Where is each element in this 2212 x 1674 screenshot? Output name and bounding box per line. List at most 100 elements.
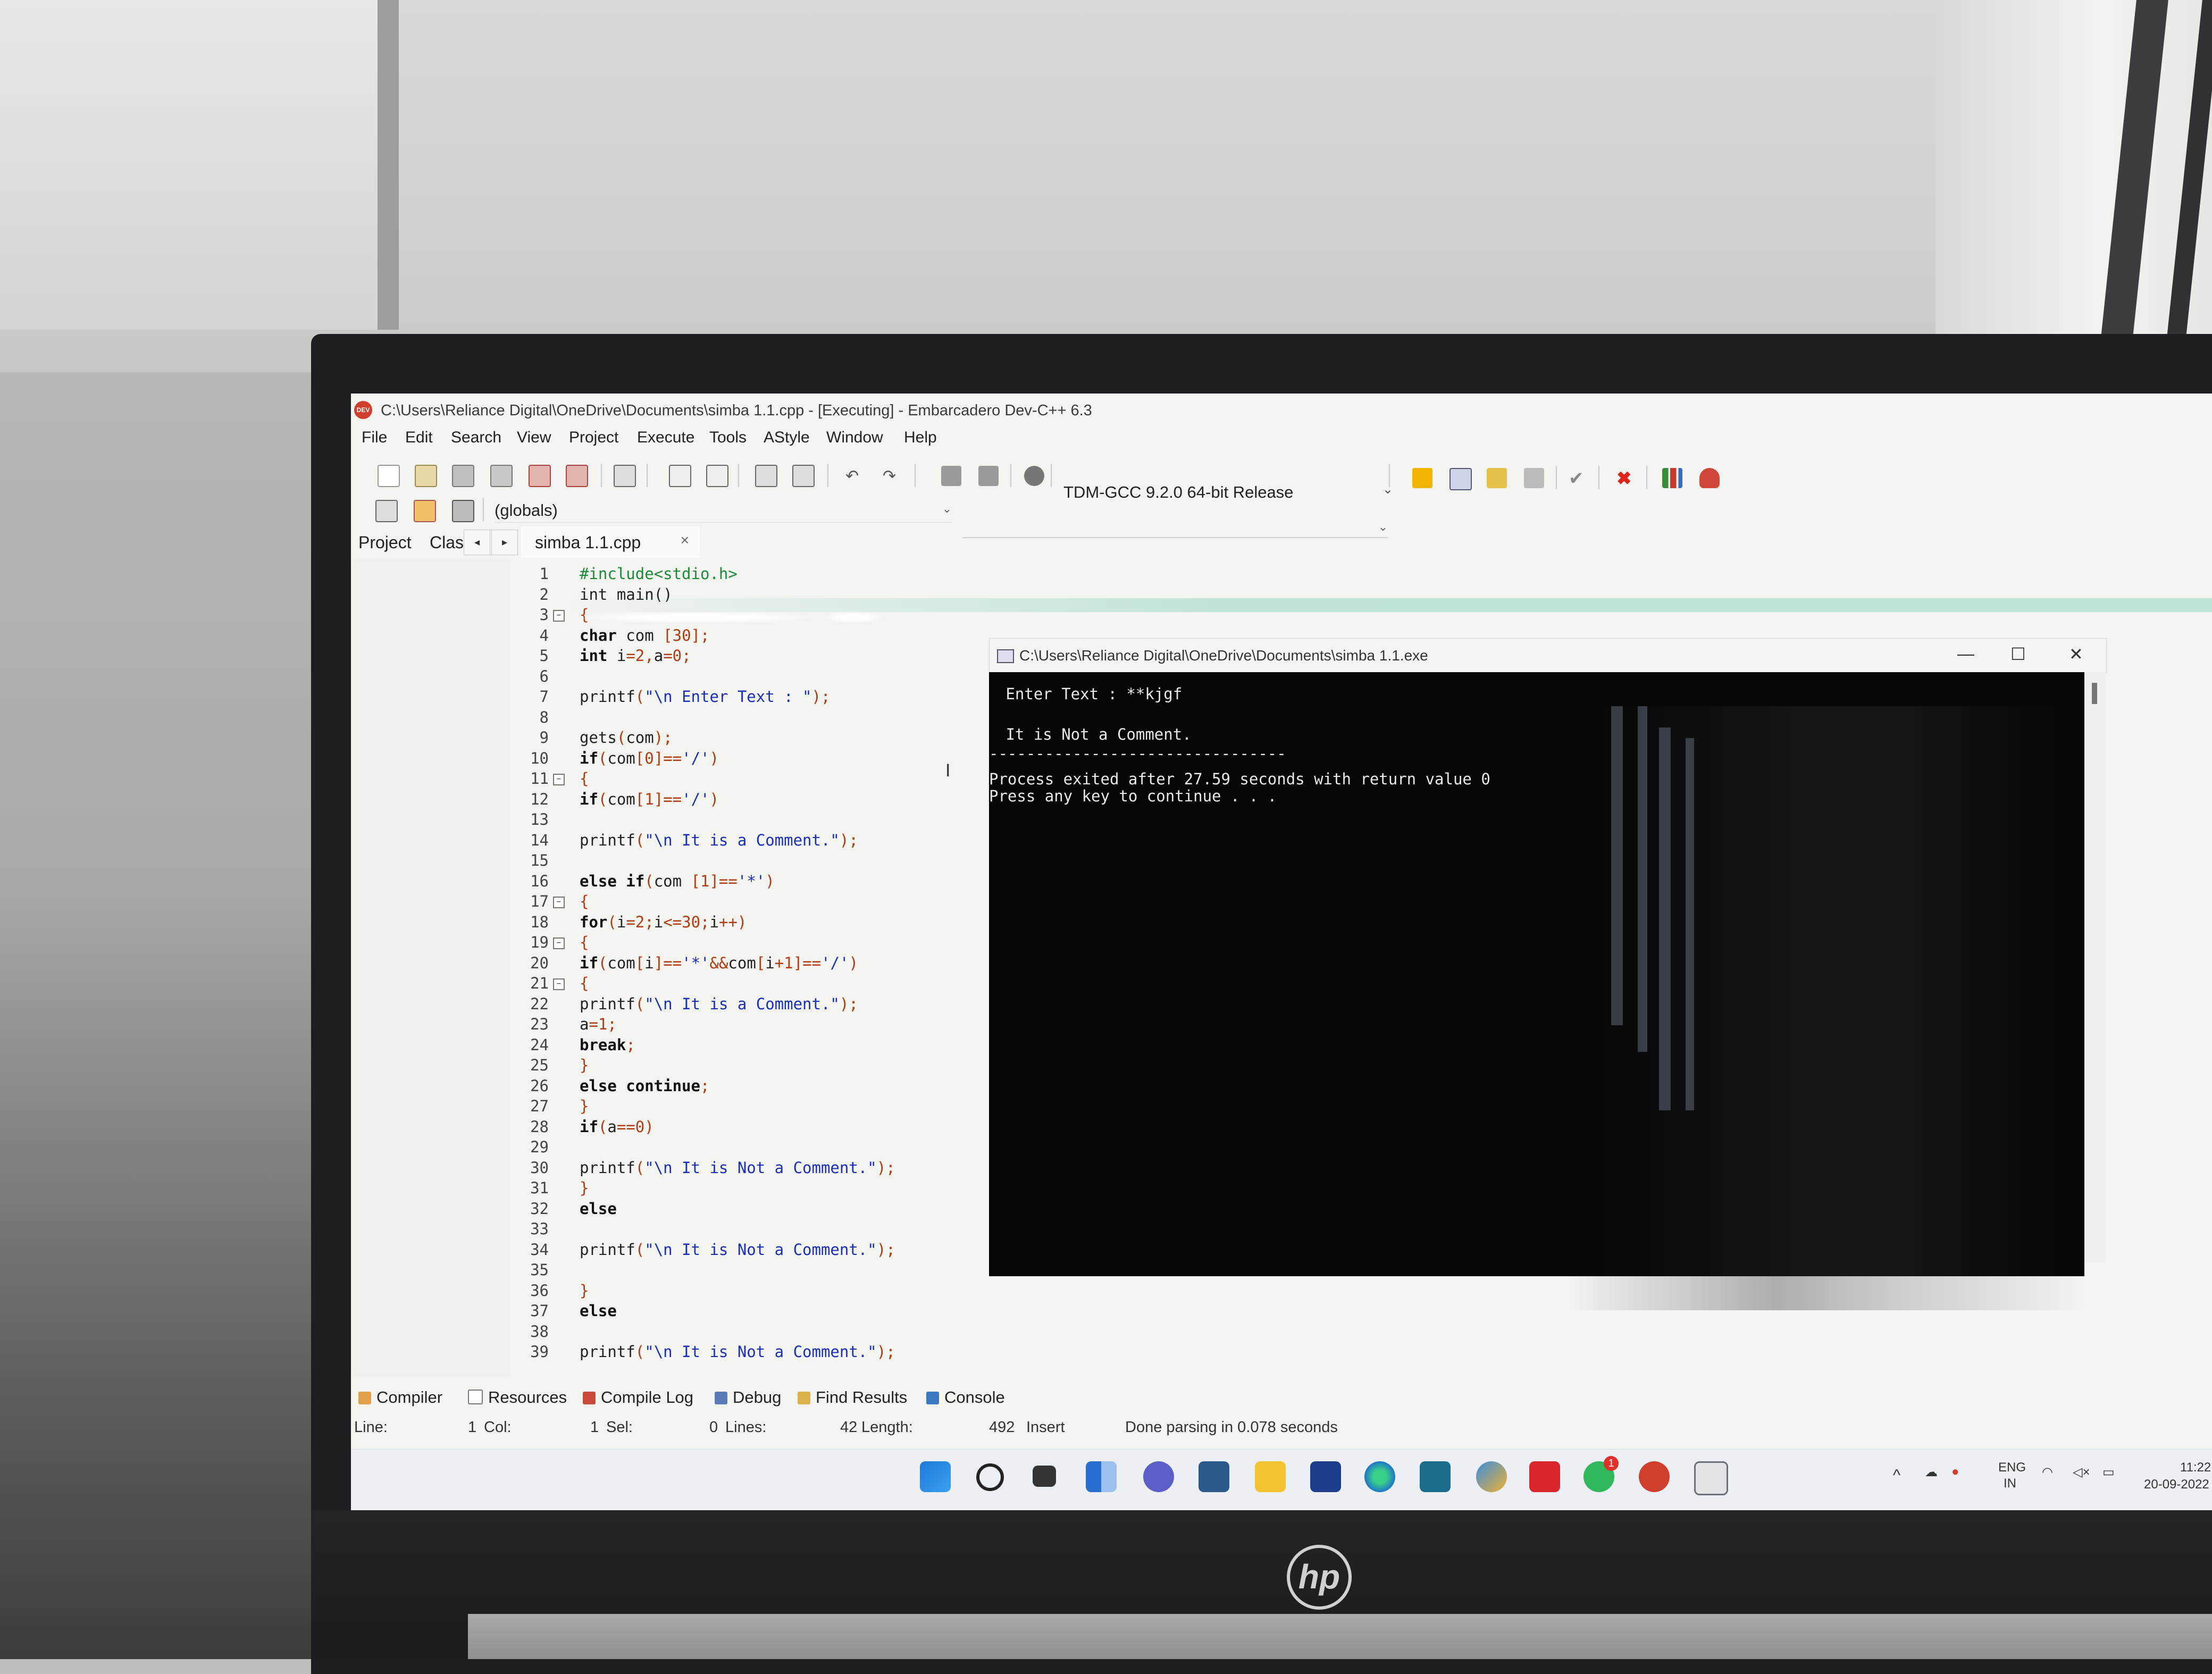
code-line[interactable]: { <box>580 933 589 951</box>
console-titlebar[interactable]: C:\Users\Reliance Digital\OneDrive\Docum… <box>989 638 2107 673</box>
redo-icon[interactable]: ↷ <box>883 467 903 487</box>
volume-mute-icon[interactable]: ◁× <box>2073 1464 2090 1480</box>
menu-astyle[interactable]: AStyle <box>764 429 810 447</box>
task-view-icon[interactable] <box>1033 1466 1056 1487</box>
tab-compiler[interactable]: Compiler <box>358 1388 442 1407</box>
language-in[interactable]: IN <box>2004 1476 2016 1491</box>
battery-icon[interactable]: ▭ <box>2102 1464 2115 1480</box>
menu-window[interactable]: Window <box>826 429 883 447</box>
code-line[interactable]: } <box>580 1282 589 1300</box>
run-icon[interactable] <box>1449 468 1472 490</box>
devcpp-taskbar-icon[interactable] <box>1199 1461 1229 1492</box>
close-all-icon[interactable] <box>566 465 588 487</box>
code-line[interactable]: { <box>580 974 589 992</box>
toggle-bookmark-icon[interactable] <box>414 500 436 522</box>
tab-classes[interactable]: Clas <box>430 533 464 553</box>
code-line[interactable]: if(com[0]=='/') <box>580 749 719 767</box>
menu-view[interactable]: View <box>517 429 551 447</box>
fold-toggle-icon[interactable]: − <box>553 978 565 990</box>
mcafee-icon[interactable] <box>1529 1461 1560 1492</box>
fold-toggle-icon[interactable]: − <box>553 610 565 622</box>
new-file-icon[interactable] <box>378 465 400 487</box>
scope-select[interactable]: (globals) ⌄ <box>495 495 952 523</box>
open-file-icon[interactable] <box>415 465 437 487</box>
wifi-icon[interactable]: ◠ <box>2042 1464 2053 1480</box>
toggle-comment-icon[interactable] <box>1024 466 1044 486</box>
menu-file[interactable]: File <box>362 429 387 447</box>
code-line[interactable]: { <box>580 769 589 788</box>
clock-date[interactable]: 20-09-2022 <box>2144 1477 2209 1492</box>
goto-line-icon[interactable] <box>755 465 777 487</box>
goto-bookmark-icon[interactable] <box>452 500 474 522</box>
code-line[interactable]: #include<stdio.h> <box>580 565 738 583</box>
teams-chat-icon[interactable] <box>1143 1461 1174 1492</box>
insert-code-icon[interactable] <box>375 500 398 522</box>
code-line[interactable]: { <box>580 892 589 910</box>
find-icon[interactable] <box>669 465 691 487</box>
save-all-icon[interactable] <box>490 465 513 487</box>
close-icon[interactable]: × <box>681 532 689 549</box>
menu-help[interactable]: Help <box>904 429 937 447</box>
tab-scroll-right-icon[interactable]: ▸ <box>491 530 518 555</box>
console-scrollbar[interactable] <box>2084 672 2106 1262</box>
tab-console[interactable]: Console <box>926 1388 1005 1407</box>
indent-icon[interactable] <box>941 466 961 486</box>
close-button[interactable]: ✕ <box>2069 644 2083 664</box>
code-line[interactable]: printf("\n It is Not a Comment."); <box>580 1159 895 1177</box>
sync-icon[interactable]: ● <box>1951 1464 1959 1479</box>
start-icon[interactable] <box>920 1461 951 1492</box>
code-line[interactable]: if(a==0) <box>580 1118 654 1136</box>
code-line[interactable]: printf("\n It is Not a Comment."); <box>580 1343 895 1361</box>
code-line[interactable]: break; <box>580 1036 635 1054</box>
console-taskbar-icon[interactable] <box>1694 1461 1728 1495</box>
replace-icon[interactable] <box>706 465 728 487</box>
language-eng[interactable]: ENG <box>1998 1460 2026 1475</box>
tab-compile-log[interactable]: Compile Log <box>583 1388 693 1407</box>
tab-find-results[interactable]: Find Results <box>798 1388 907 1407</box>
fold-toggle-icon[interactable]: − <box>553 774 565 785</box>
code-line[interactable]: char com [30]; <box>580 626 709 645</box>
code-line[interactable]: else continue; <box>580 1077 709 1095</box>
scrollbar-thumb[interactable] <box>2092 683 2097 704</box>
fold-toggle-icon[interactable]: − <box>553 897 565 908</box>
menu-tools[interactable]: Tools <box>709 429 747 447</box>
menu-execute[interactable]: Execute <box>637 429 694 447</box>
minimize-button[interactable]: — <box>1957 644 1974 664</box>
code-line[interactable]: int i=2,a=0; <box>580 647 691 665</box>
code-line[interactable]: printf("\n Enter Text : "); <box>580 688 830 706</box>
compile-icon[interactable] <box>1412 468 1432 488</box>
file-explorer-icon[interactable] <box>1255 1461 1286 1492</box>
profile-icon[interactable] <box>1662 468 1682 488</box>
tab-scroll-left-icon[interactable]: ◂ <box>464 530 490 555</box>
code-line[interactable]: } <box>580 1097 589 1115</box>
fold-toggle-icon[interactable]: − <box>553 938 565 949</box>
chevron-up-icon[interactable]: ^ <box>1893 1467 1900 1485</box>
bookmark-icon[interactable] <box>792 465 815 487</box>
menu-search[interactable]: Search <box>451 429 501 447</box>
code-line[interactable]: } <box>580 1179 589 1197</box>
code-line[interactable]: for(i=2;i<=30;i++) <box>580 913 747 931</box>
search-icon[interactable] <box>976 1463 1004 1491</box>
whatsapp-icon[interactable]: 1 <box>1583 1456 1619 1492</box>
tab-project[interactable]: Project <box>358 533 412 553</box>
compiler-select[interactable]: TDM-GCC 9.2.0 64-bit Release ⌄ <box>1063 478 1393 505</box>
code-line[interactable]: else if(com [1]=='*') <box>580 872 775 890</box>
clock-time[interactable]: 11:22 <box>2180 1460 2211 1475</box>
code-line[interactable]: printf("\n It is a Comment."); <box>580 831 858 849</box>
compile-run-icon[interactable] <box>1487 468 1507 488</box>
code-line[interactable]: if(com[1]=='/') <box>580 790 719 808</box>
tab-resources[interactable]: Resources <box>468 1388 567 1407</box>
devcpp-running-icon[interactable] <box>1639 1461 1670 1492</box>
print-icon[interactable] <box>614 465 636 487</box>
function-select[interactable]: ⌄ <box>962 516 1388 538</box>
debug-icon[interactable] <box>1699 468 1720 488</box>
code-line[interactable]: printf("\n It is a Comment."); <box>580 995 858 1013</box>
maximize-button[interactable]: ☐ <box>2010 644 2026 664</box>
app-icon[interactable] <box>1420 1461 1451 1492</box>
store-icon[interactable] <box>1310 1461 1341 1492</box>
close-file-icon[interactable] <box>529 465 551 487</box>
widgets-icon[interactable] <box>1086 1461 1117 1492</box>
code-line[interactable]: gets(com); <box>580 729 673 747</box>
code-line[interactable]: } <box>580 1056 589 1074</box>
rebuild-icon[interactable] <box>1524 468 1544 488</box>
